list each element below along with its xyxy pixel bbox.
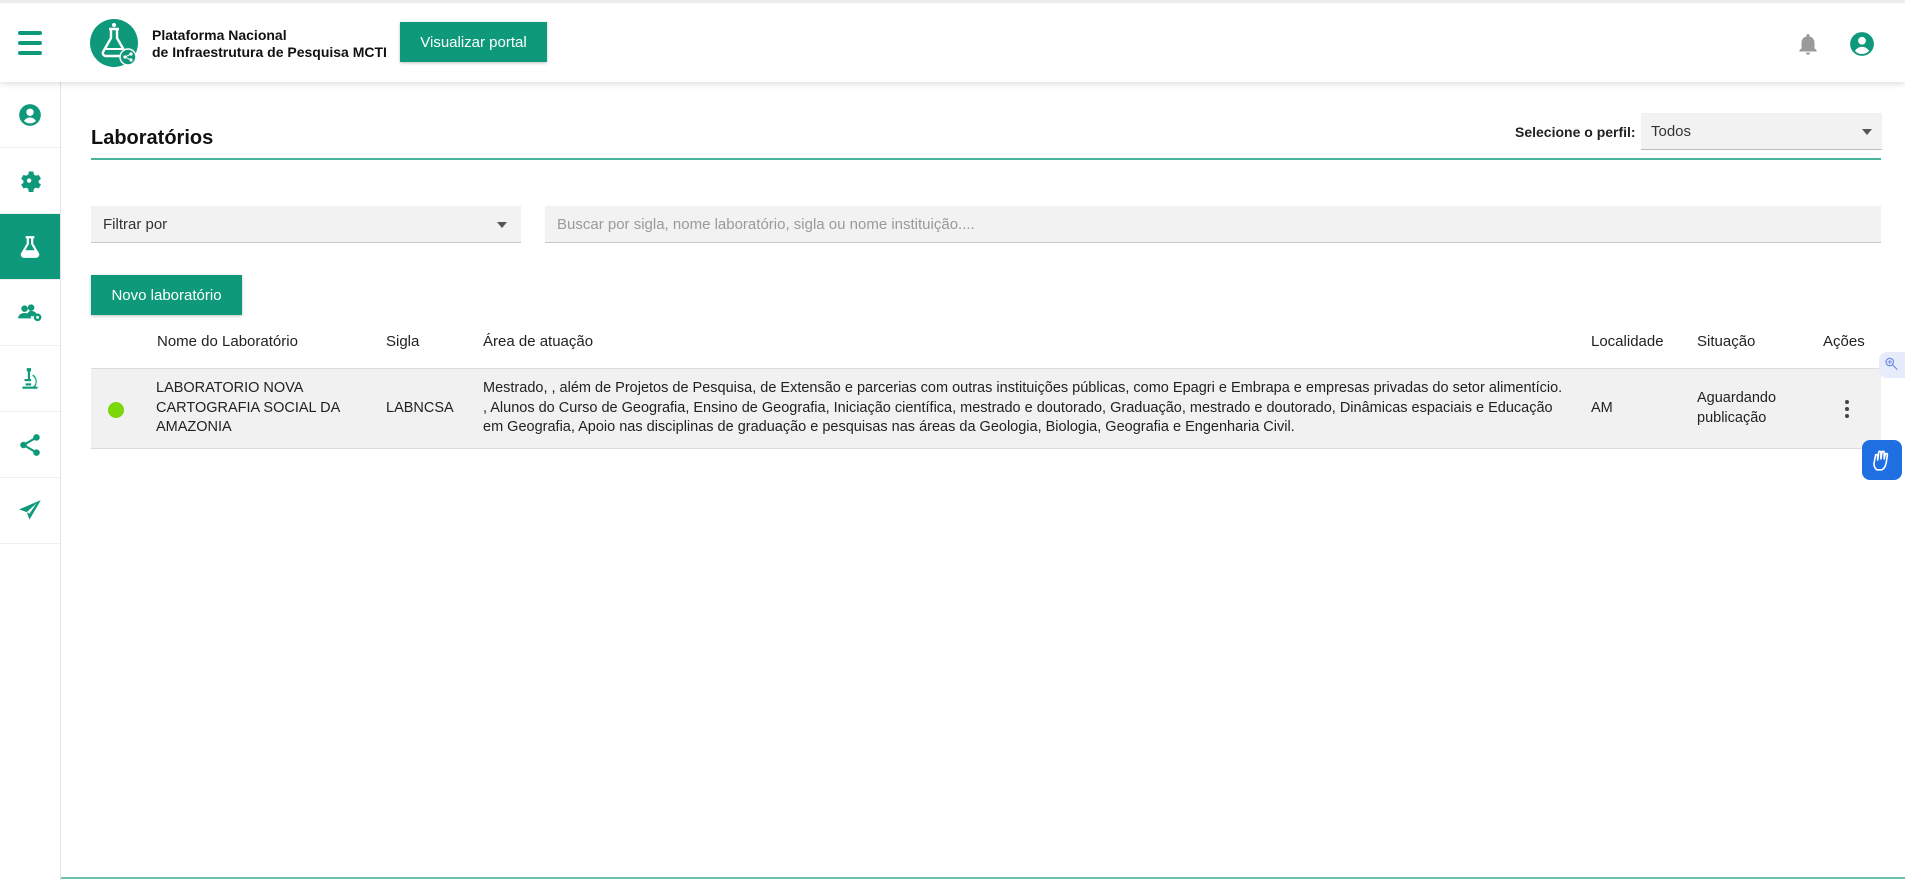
accessibility-icon[interactable] — [1879, 352, 1905, 378]
new-laboratory-button[interactable]: Novo laboratório — [91, 275, 242, 315]
users-gear-icon — [18, 303, 42, 321]
sidebar-item-users[interactable] — [0, 280, 60, 346]
sidebar-item-share[interactable] — [0, 412, 60, 478]
top-header: Plataforma Nacional de Infraestrutura de… — [0, 0, 1905, 82]
filter-by-select[interactable]: Filtrar por — [91, 206, 521, 243]
bottom-divider — [61, 877, 1905, 879]
status-indicator — [108, 402, 124, 418]
share-icon — [20, 433, 40, 456]
brand-name: Plataforma Nacional de Infraestrutura de… — [152, 27, 387, 61]
sidebar-item-laboratories[interactable] — [0, 214, 60, 280]
column-header-actions: Ações — [1823, 333, 1865, 350]
column-header-acronym: Sigla — [386, 333, 420, 350]
table-row[interactable]: LABORATORIO NOVA CARTOGRAFIA SOCIAL DA A… — [91, 368, 1881, 449]
profile-select[interactable]: Todos — [1641, 113, 1882, 150]
view-portal-button[interactable]: Visualizar portal — [400, 22, 547, 62]
lab-name-cell: LABORATORIO NOVA CARTOGRAFIA SOCIAL DA A… — [156, 380, 340, 435]
platform-logo — [90, 19, 138, 67]
sidebar-item-profile[interactable] — [0, 82, 60, 148]
column-header-status: Situação — [1697, 333, 1756, 350]
lab-area-cell: Mestrado, , além de Projetos de Pesquisa… — [483, 380, 1563, 435]
hamburger-menu-icon[interactable] — [18, 31, 44, 59]
paper-plane-icon — [19, 499, 41, 520]
flask-icon — [20, 235, 40, 258]
bell-icon[interactable] — [1795, 31, 1821, 59]
profile-select-label: Selecione o perfil: — [1515, 124, 1636, 140]
microscope-icon — [22, 367, 38, 389]
sidebar-item-settings[interactable] — [0, 148, 60, 214]
page-title: Laboratórios — [91, 127, 214, 149]
brand-line-1: Plataforma Nacional — [152, 27, 287, 43]
lab-location-cell: AM — [1591, 400, 1613, 416]
sidebar-item-send[interactable] — [0, 478, 60, 544]
column-header-area: Área de atuação — [483, 333, 594, 350]
chevron-down-icon — [1862, 129, 1872, 135]
column-header-location: Localidade — [1591, 333, 1664, 350]
user-circle-icon — [19, 103, 41, 126]
more-actions-icon[interactable] — [1836, 398, 1858, 420]
user-account-icon[interactable] — [1849, 31, 1875, 57]
search-input[interactable] — [545, 206, 1881, 243]
filter-by-value: Filtrar por — [103, 216, 168, 233]
column-header-name: Nome do Laboratório — [157, 333, 298, 350]
gear-icon — [21, 170, 41, 192]
sign-language-icon[interactable] — [1862, 440, 1902, 480]
lab-acronym-cell: LABNCSA — [386, 400, 454, 416]
lab-status-cell: Aguardando publicação — [1697, 390, 1777, 426]
title-divider — [91, 158, 1881, 160]
sidebar-item-equipment[interactable] — [0, 346, 60, 412]
brand-line-2: de Infraestrutura de Pesquisa MCTI — [152, 44, 387, 60]
profile-select-value: Todos — [1651, 123, 1692, 140]
chevron-down-icon — [497, 222, 507, 228]
sidebar — [0, 82, 61, 880]
